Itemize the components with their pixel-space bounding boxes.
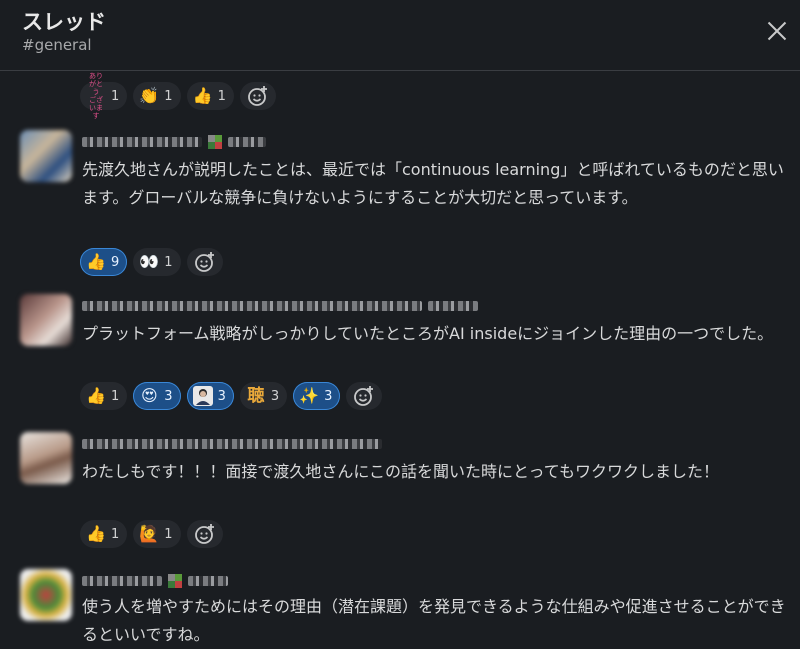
reaction-count: 3 xyxy=(164,388,173,404)
reaction-arigatou[interactable]: ありがとう ございます 1 xyxy=(80,72,128,120)
author-name[interactable] xyxy=(82,132,266,152)
reaction-count: 1 xyxy=(111,526,120,542)
arigatou-icon: ありがとう ございます xyxy=(89,72,103,120)
thumbsup-icon: 👍 xyxy=(86,524,106,543)
reaction-thumbsup[interactable]: 👍 9 xyxy=(80,248,128,276)
add-reaction-button[interactable] xyxy=(239,82,276,110)
reactions-row: 👍 1 🙋 1 xyxy=(80,520,223,550)
message-text: わたしもです！！！面接で渡久地さんにこの話を聞いた時にとってもワクワクしました！ xyxy=(82,462,719,481)
avatar[interactable] xyxy=(20,294,72,346)
add-reaction-button[interactable] xyxy=(186,248,223,276)
reaction-thumbsup[interactable]: 👍 1 xyxy=(80,520,128,548)
reaction-count: 3 xyxy=(270,388,280,404)
author-name[interactable] xyxy=(82,434,382,454)
message-text: 先渡久地さんが説明したことは、最近では「continuous learning」… xyxy=(82,160,784,207)
reaction-person[interactable]: 3 xyxy=(186,382,234,410)
reaction-count: 1 xyxy=(164,526,173,542)
reaction-kanji[interactable]: 聴 3 xyxy=(239,382,288,410)
add-emoji-icon xyxy=(247,86,267,106)
heart-eyes-icon: 😍 xyxy=(140,386,158,405)
thumbsup-icon: 👍 xyxy=(86,386,106,405)
reaction-count: 1 xyxy=(111,88,120,104)
reaction-count: 3 xyxy=(217,388,226,404)
thread-title: スレッド xyxy=(22,10,106,34)
clap-icon: 👏 xyxy=(139,86,160,105)
add-emoji-icon xyxy=(194,252,214,272)
status-emoji-icon xyxy=(168,574,182,588)
reaction-eyes[interactable]: 👀 1 xyxy=(133,248,181,276)
message-text: プラットフォーム戦略がしっかりしていたところがAI insideにジョインした理… xyxy=(82,324,774,343)
reaction-count: 1 xyxy=(164,88,173,104)
reactions-row: ありがとう ございます 1 👏 1 👍 1 xyxy=(80,72,276,120)
thread-header: スレッド #general xyxy=(0,0,800,71)
eyes-icon: 👀 xyxy=(139,252,160,271)
add-emoji-icon xyxy=(194,524,214,544)
reaction-count: 1 xyxy=(217,88,226,104)
thumbsup-icon: 👍 xyxy=(192,86,213,105)
reaction-heart-eyes[interactable]: 😍 3 xyxy=(133,382,181,410)
thumbsup-icon: 👍 xyxy=(86,252,106,271)
add-emoji-icon xyxy=(354,386,374,406)
reaction-count: 1 xyxy=(111,388,120,404)
reaction-raising-hand[interactable]: 🙋 1 xyxy=(133,520,181,548)
avatar[interactable] xyxy=(20,432,72,484)
add-reaction-button[interactable] xyxy=(346,382,383,410)
author-name[interactable] xyxy=(82,571,228,591)
reaction-sparkles[interactable]: ✨ 3 xyxy=(293,382,341,410)
status-emoji-icon xyxy=(208,135,222,149)
author-name[interactable] xyxy=(82,296,478,316)
sparkles-icon: ✨ xyxy=(299,386,320,405)
add-reaction-button[interactable] xyxy=(186,520,223,548)
reaction-thumbsup[interactable]: 👍 1 xyxy=(80,382,128,410)
reaction-count: 9 xyxy=(111,254,120,270)
channel-name[interactable]: #general xyxy=(22,36,92,54)
message-text: 使う人を増やすためにはその理由（潜在課題）を発見できるような仕組みや促進させるこ… xyxy=(82,597,786,644)
reaction-thumbsup[interactable]: 👍 1 xyxy=(186,82,234,110)
person-portrait-icon xyxy=(192,386,213,406)
avatar[interactable] xyxy=(20,130,72,182)
raising-hand-icon: 🙋 xyxy=(139,524,160,543)
kanji-emoji-icon: 聴 xyxy=(247,385,265,406)
reaction-clap[interactable]: 👏 1 xyxy=(133,82,181,110)
avatar[interactable] xyxy=(20,569,72,621)
reaction-count: 1 xyxy=(164,254,173,270)
reactions-row: 👍 1 😍 3 3 聴 3 ✨ 3 xyxy=(80,382,383,412)
reactions-row: 👍 9 👀 1 xyxy=(80,248,223,278)
close-icon[interactable] xyxy=(764,18,790,44)
reaction-count: 3 xyxy=(324,388,333,404)
